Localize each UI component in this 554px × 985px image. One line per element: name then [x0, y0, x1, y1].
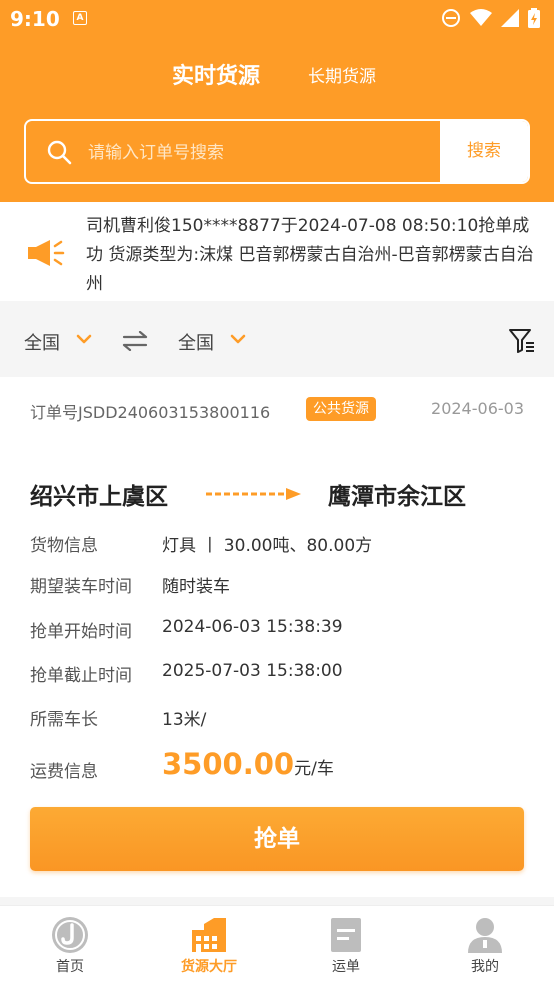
tab-realtime-source[interactable]: 实时货源 [172, 58, 260, 90]
notification-a-icon: A [73, 11, 87, 25]
megaphone-icon [28, 240, 65, 266]
source-tabs: 实时货源 长期货源 [0, 58, 554, 90]
row-label: 所需车长 [30, 710, 98, 730]
nav-label: 首页 [56, 959, 84, 975]
search-icon [47, 140, 72, 165]
nav-label: 运单 [332, 959, 360, 975]
dnd-icon [442, 9, 460, 27]
notice-banner: 司机曹利俊150****8877于2024-07-08 08:50:10抢单成功… [0, 202, 554, 301]
order-number: 订单号JSDD240603153800116 [30, 403, 271, 422]
nav-home[interactable]: 首页 [10, 906, 130, 985]
bottom-nav: 首页 货源大厅 运单 我的 [0, 905, 554, 985]
row-value: 随时装车 [162, 577, 230, 597]
price-unit: 元/车 [294, 759, 334, 779]
row-value: 2024-06-03 15:38:39 [162, 617, 343, 637]
source-type-badge: 公共货源 [306, 397, 376, 421]
notice-text: 司机曹利俊150****8877于2024-07-08 08:50:10抢单成功… [86, 216, 534, 294]
wifi-icon [470, 9, 492, 26]
row-value: 13米/ [162, 710, 207, 730]
freight-price: 3500.00元/车 [162, 747, 334, 781]
row-value: 灯具 丨 30.00吨、80.00方 [162, 536, 373, 556]
status-icons [441, 8, 540, 28]
row-label: 抢单截止时间 [30, 666, 132, 686]
order-date: 2024-06-03 [431, 399, 524, 418]
search-button[interactable]: 搜索 [440, 121, 528, 182]
header: 9:10 A 实时货源 长期货源 搜索 [0, 0, 554, 202]
origin-filter[interactable]: 全国 [24, 329, 60, 355]
waybill-icon [331, 918, 361, 952]
nav-waybill[interactable]: 运单 [286, 906, 406, 985]
destination-filter[interactable]: 全国 [178, 329, 214, 355]
route: 绍兴市上虞区 鹰潭市余江区 [30, 477, 524, 513]
nav-cargo-hall[interactable]: 货源大厅 [149, 906, 269, 985]
row-value: 2025-07-03 15:38:00 [162, 661, 343, 681]
route-arrow-icon [206, 488, 301, 500]
home-logo-icon [52, 917, 88, 953]
search-bar: 搜索 [24, 119, 530, 184]
freight-label: 运费信息 [30, 762, 98, 782]
filter-funnel-icon[interactable] [508, 328, 536, 354]
grab-order-button[interactable]: 抢单 [30, 807, 524, 871]
status-bar: 9:10 A [0, 0, 554, 36]
origin-city: 绍兴市上虞区 [30, 484, 168, 510]
row-label: 货物信息 [30, 536, 98, 556]
nav-label: 货源大厅 [181, 959, 237, 975]
nav-mine[interactable]: 我的 [425, 906, 545, 985]
status-time: 9:10 [10, 7, 60, 31]
chevron-down-icon[interactable] [76, 333, 92, 345]
order-card[interactable]: 订单号JSDD240603153800116 公共货源 2024-06-03 绍… [0, 377, 554, 897]
person-icon [468, 918, 502, 953]
destination-city: 鹰潭市余江区 [328, 484, 466, 510]
price-amount: 3500.00 [162, 747, 295, 781]
signal-icon [501, 9, 519, 27]
cargo-hall-icon [192, 918, 226, 952]
filter-bar: 全国 全国 [0, 301, 554, 377]
row-label: 期望装车时间 [30, 577, 132, 597]
chevron-down-icon[interactable] [230, 333, 246, 345]
nav-label: 我的 [471, 959, 499, 975]
swap-icon[interactable] [122, 331, 148, 351]
row-label: 抢单开始时间 [30, 622, 132, 642]
battery-icon [528, 8, 540, 28]
order-header: 订单号JSDD240603153800116 公共货源 2024-06-03 [30, 397, 524, 423]
tab-longterm-source[interactable]: 长期货源 [308, 62, 376, 87]
search-input[interactable] [86, 135, 440, 171]
